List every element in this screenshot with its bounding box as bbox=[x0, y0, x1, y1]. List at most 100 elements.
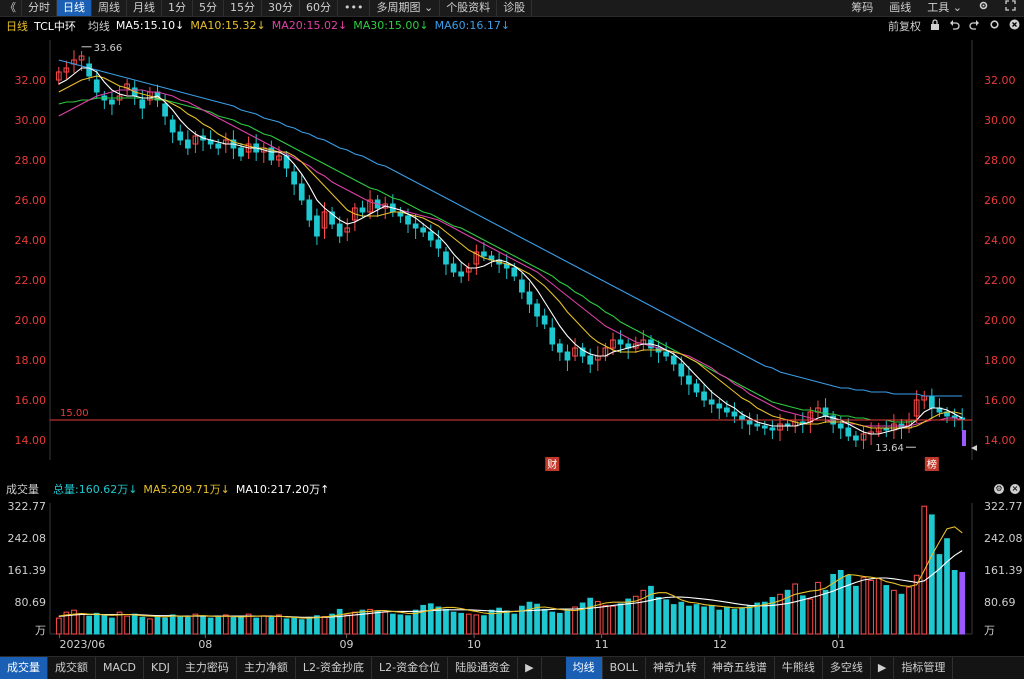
indicator-tab-left-6[interactable]: L2-资金抄底 bbox=[296, 657, 373, 679]
candle-down bbox=[731, 411, 738, 417]
lock-icon[interactable] bbox=[930, 18, 940, 33]
volume-chart[interactable]: 322.77 242.08 161.39 80.69 万 322.77 242.08 161… bbox=[0, 497, 1024, 656]
volume-bar-down bbox=[526, 601, 533, 635]
indicator-tab-left-4[interactable]: 主力密码 bbox=[178, 657, 237, 679]
volume-bar-down bbox=[701, 606, 707, 635]
redo-icon[interactable] bbox=[969, 19, 980, 33]
candle-down bbox=[238, 147, 244, 157]
candle-down bbox=[314, 215, 320, 237]
price-tick-right: 22.00 bbox=[984, 274, 1016, 287]
period-tab-0[interactable]: 分时 bbox=[22, 0, 57, 16]
draw-line-button[interactable]: 画线 bbox=[881, 0, 919, 16]
volume-bar-down bbox=[207, 617, 214, 635]
settings-icon[interactable] bbox=[989, 19, 1000, 33]
close-icon[interactable]: × bbox=[1010, 484, 1020, 494]
price-tick-right: 26.00 bbox=[984, 194, 1016, 207]
period-tab-10[interactable]: 多周期图 ⌄ bbox=[370, 0, 441, 16]
volume-bar-up bbox=[222, 614, 229, 635]
volume-bar-down bbox=[291, 617, 297, 635]
volume-tick-left: 80.69 bbox=[15, 596, 47, 609]
date-tick-label: 10 bbox=[467, 638, 481, 651]
volume-tick-left: 161.39 bbox=[8, 564, 47, 577]
chip-button[interactable]: 筹码 bbox=[843, 0, 881, 16]
volume-bar-down bbox=[253, 617, 260, 635]
period-tab-9[interactable]: ••• bbox=[338, 0, 371, 16]
indicator-tab-left-1[interactable]: 成交额 bbox=[48, 657, 96, 679]
gear-icon[interactable] bbox=[970, 0, 997, 16]
tools-dropdown[interactable]: 工具 ⌄ bbox=[919, 0, 970, 16]
close-icon[interactable] bbox=[1009, 19, 1020, 33]
ma60-line bbox=[58, 59, 963, 397]
volume-yaxis-left: 322.77 242.08 161.39 80.69 万 bbox=[8, 500, 47, 637]
price-tick-left: 16.00 bbox=[15, 394, 47, 407]
volume-bar-down bbox=[898, 593, 905, 635]
volume-bar-down bbox=[162, 617, 168, 635]
indicator-tab-left-9[interactable]: ▶ bbox=[518, 657, 542, 679]
price-annotations: 15.00 33.66 13.64 财 榜 bbox=[50, 43, 977, 471]
indicator-tab-right-6[interactable]: ▶ bbox=[871, 657, 895, 679]
period-tab-3[interactable]: 月线 bbox=[127, 0, 162, 16]
indicator-tab-left-8[interactable]: 陆股通资金 bbox=[448, 657, 519, 679]
indicator-tab-right-4[interactable]: 牛熊线 bbox=[775, 657, 823, 679]
volume-tick-right: 242.08 bbox=[984, 532, 1023, 545]
period-tab-1[interactable]: 日线 bbox=[57, 0, 92, 16]
indicator-tab-left-0[interactable]: 成交量 bbox=[0, 657, 48, 679]
indicator-tab-left-5[interactable]: 主力净额 bbox=[237, 657, 296, 679]
expand-icon[interactable] bbox=[997, 0, 1024, 16]
stock-name[interactable]: TCL中环 bbox=[34, 18, 76, 34]
indicator-tab-right-7[interactable]: 指标管理 bbox=[894, 657, 954, 679]
indicator-tab-right-3[interactable]: 神奇五线谱 bbox=[705, 657, 775, 679]
price-tick-right: 24.00 bbox=[984, 234, 1016, 247]
period-tab-5[interactable]: 5分 bbox=[193, 0, 224, 16]
volume-bar-down bbox=[336, 608, 343, 635]
volume-bar-down bbox=[131, 613, 138, 635]
candle-down bbox=[450, 263, 457, 273]
price-tick-right: 16.00 bbox=[984, 394, 1016, 407]
period-tab-8[interactable]: 60分 bbox=[300, 0, 338, 16]
volume-bar-down bbox=[731, 608, 738, 635]
candle-down bbox=[427, 231, 434, 241]
period-tab-6[interactable]: 15分 bbox=[224, 0, 262, 16]
volume-bar-down bbox=[177, 616, 184, 635]
candle-down bbox=[617, 339, 624, 345]
indicator-tab-left-3[interactable]: KDJ bbox=[144, 657, 178, 679]
candle-down bbox=[435, 239, 442, 249]
volume-bar-down bbox=[587, 597, 594, 635]
volume-bar-down bbox=[283, 618, 290, 635]
volume-bar-up bbox=[465, 613, 472, 635]
period-tab-7[interactable]: 30分 bbox=[262, 0, 300, 16]
settings-icon[interactable]: ⚙ bbox=[994, 484, 1004, 494]
period-tab-2[interactable]: 周线 bbox=[92, 0, 127, 16]
indicator-tab-left-2[interactable]: MACD bbox=[96, 657, 144, 679]
volume-bar-down bbox=[511, 613, 518, 635]
indicator-tab-right-0[interactable]: 均线 bbox=[565, 657, 603, 679]
period-tab-12[interactable]: 诊股 bbox=[497, 0, 533, 16]
candle-down bbox=[663, 351, 669, 357]
period-tab-4[interactable]: 1分 bbox=[162, 0, 193, 16]
candle-down bbox=[519, 279, 525, 293]
period-tab-11[interactable]: 个股资料 bbox=[440, 0, 498, 16]
volume-bar-down bbox=[693, 604, 700, 635]
back-icon[interactable]: 《 bbox=[0, 0, 22, 16]
indicator-tab-right-1[interactable]: BOLL bbox=[603, 657, 646, 679]
volume-title[interactable]: 成交量 bbox=[6, 481, 39, 497]
period-tabs: 《 分时 日线 周线 月线 1分 5分 15分 30分 60分 ••• 多周期图 ⌄ 个股资料 诊股 bbox=[0, 0, 533, 16]
price-chart[interactable]: 32.00 30.00 28.00 26.00 24.00 22.00 20.00 18.00… bbox=[0, 35, 1024, 480]
ma30-value: MA30:15.00↓ bbox=[353, 19, 429, 32]
price-grid bbox=[49, 40, 973, 460]
indicator-tab-right-5[interactable]: 多空线 bbox=[823, 657, 871, 679]
indicator-tab-left-7[interactable]: L2-资金仓位 bbox=[372, 657, 449, 679]
adjust-label[interactable]: 前复权 bbox=[888, 18, 921, 34]
avg-label[interactable]: 均线 bbox=[88, 18, 110, 34]
volume-bar-down bbox=[185, 616, 191, 635]
undo-icon[interactable] bbox=[949, 19, 960, 33]
toolbar-right: 筹码 画线 工具 ⌄ bbox=[843, 0, 1024, 16]
volume-bar-down bbox=[853, 585, 859, 635]
indicator-tab-right-2[interactable]: 神奇九转 bbox=[646, 657, 705, 679]
volume-bar-up bbox=[602, 604, 609, 635]
candle-down bbox=[754, 423, 761, 427]
candle-down bbox=[177, 131, 184, 141]
volume-bar-down bbox=[799, 595, 806, 635]
volume-tick-left: 242.08 bbox=[8, 532, 47, 545]
volume-bar-up bbox=[868, 579, 874, 635]
